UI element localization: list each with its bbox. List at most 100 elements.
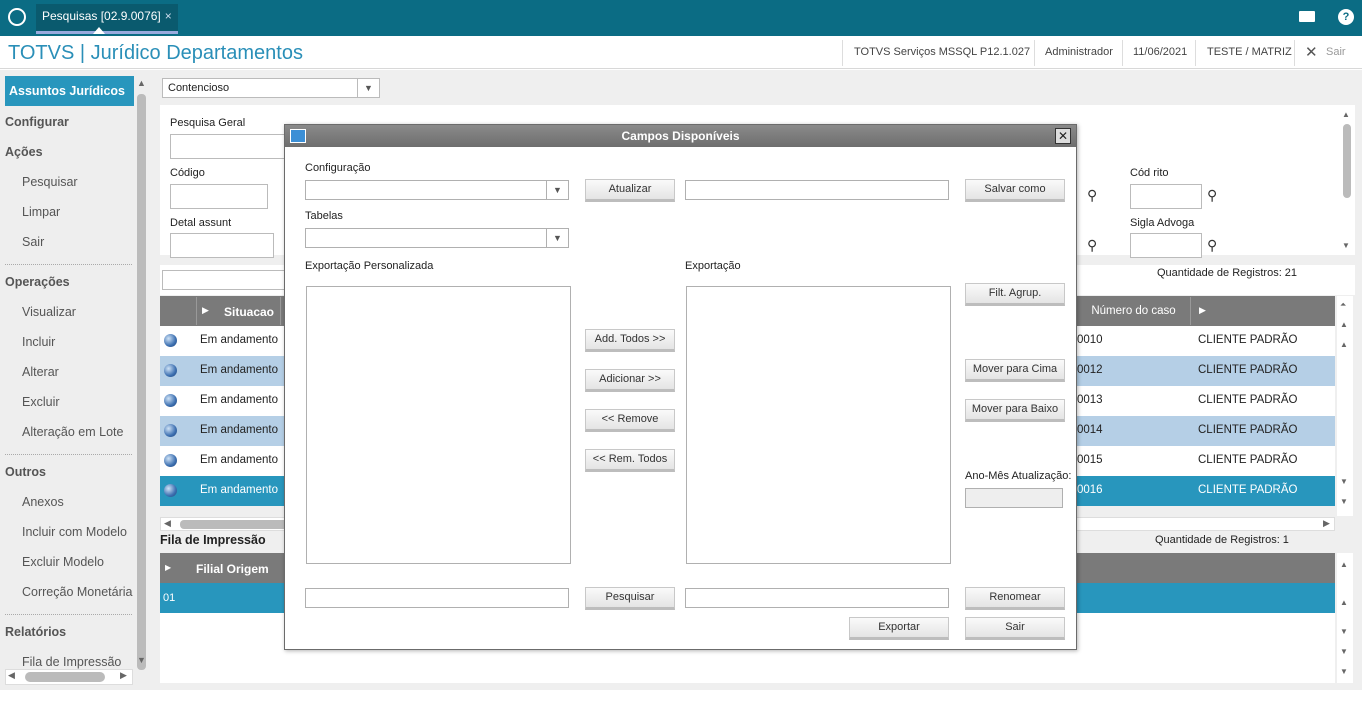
filt-agrup-button[interactable]: Filt. Agrup. bbox=[965, 283, 1065, 306]
tab-close-icon[interactable]: × bbox=[165, 9, 172, 23]
grid-scroll-up-icon[interactable]: ▲ bbox=[1340, 320, 1348, 329]
filter-scroll-down-icon[interactable]: ▼ bbox=[1342, 241, 1350, 250]
grid-scroll-right-icon[interactable]: ▶ bbox=[1323, 518, 1330, 529]
grid-scroll-bottom-icon[interactable]: ▼ bbox=[1340, 497, 1348, 506]
mail-icon[interactable] bbox=[1299, 11, 1315, 22]
sidebar-item-visualizar[interactable]: Visualizar bbox=[22, 305, 76, 319]
exit-link[interactable]: Sair bbox=[1326, 46, 1346, 58]
pesquisar-button[interactable]: Pesquisar bbox=[585, 587, 675, 610]
cell-cliente: CLIENTE PADRÃO bbox=[1198, 424, 1298, 436]
close-icon[interactable]: ✕ bbox=[1055, 128, 1071, 144]
fila-scroll-bottom-icon[interactable]: ▼ bbox=[1340, 667, 1348, 676]
atualizar-button[interactable]: Atualizar bbox=[585, 179, 675, 202]
adicionar-button[interactable]: Adicionar >> bbox=[585, 369, 675, 392]
salvar-como-button[interactable]: Salvar como bbox=[965, 179, 1065, 202]
sidebar-section-operacoes: Operações bbox=[5, 275, 70, 289]
mover-cima-button[interactable]: Mover para Cima bbox=[965, 359, 1065, 382]
sidebar-item-pesquisar[interactable]: Pesquisar bbox=[22, 175, 78, 189]
sidebar-scroll-left-icon[interactable]: ◀ bbox=[8, 670, 15, 681]
sidebar-vscroll-thumb[interactable] bbox=[137, 94, 146, 670]
chevron-down-icon[interactable]: ▼ bbox=[546, 229, 568, 247]
tab-pesquisas[interactable]: Pesquisas [02.9.0076] × bbox=[36, 4, 178, 34]
filter-vscroll-thumb[interactable] bbox=[1343, 124, 1351, 198]
available-fields-list[interactable] bbox=[306, 286, 571, 564]
sidebar-item-excluir-modelo[interactable]: Excluir Modelo bbox=[22, 555, 104, 569]
chevron-down-icon[interactable]: ▼ bbox=[546, 181, 568, 199]
fila-scroll-up-icon[interactable]: ▲ bbox=[1340, 560, 1348, 569]
pesquisar-field-input[interactable] bbox=[305, 588, 569, 608]
sidebar-item-configurar[interactable]: Configurar bbox=[5, 115, 69, 129]
grid-hscroll-thumb[interactable] bbox=[180, 520, 290, 529]
grid-scroll-down-icon[interactable]: ▼ bbox=[1340, 477, 1348, 486]
tabelas-select[interactable]: ▼ bbox=[305, 228, 569, 248]
search-icon[interactable]: ⚲ bbox=[1207, 237, 1217, 254]
sair-button[interactable]: Sair bbox=[965, 617, 1065, 640]
caret-right-icon[interactable]: ▶ bbox=[165, 563, 171, 572]
rem-todos-button[interactable]: << Rem. Todos bbox=[585, 449, 675, 472]
sidebar-scroll-up-icon[interactable]: ▲ bbox=[137, 78, 146, 88]
sidebar-item-incluir-modelo[interactable]: Incluir com Modelo bbox=[22, 525, 127, 539]
sidebar-scroll-down-icon[interactable]: ▼ bbox=[137, 655, 146, 665]
cell-numero: 0013 bbox=[1077, 394, 1103, 406]
grid-col-numero-caso[interactable]: Número do caso bbox=[1077, 297, 1190, 325]
detal-assunt-input[interactable] bbox=[170, 233, 274, 258]
sidebar-item-fila-impressao[interactable]: Fila de Impressão bbox=[22, 655, 121, 669]
configuracao-name-input[interactable] bbox=[685, 180, 949, 200]
help-icon[interactable]: ? bbox=[1338, 9, 1354, 25]
cod-rito-input[interactable] bbox=[1130, 184, 1202, 209]
sidebar-item-assuntos-juridicos[interactable]: Assuntos Jurídicos bbox=[5, 76, 134, 106]
search-icon[interactable]: ⚲ bbox=[1087, 237, 1097, 254]
fila-scroll-up-icon[interactable]: ▲ bbox=[1340, 598, 1348, 607]
grid-scroll-left-icon[interactable]: ◀ bbox=[164, 518, 171, 529]
caret-right-icon[interactable]: ▶ bbox=[1199, 305, 1206, 316]
cell-numero: 0015 bbox=[1077, 454, 1103, 466]
grid-col-situacao[interactable]: Situacao bbox=[224, 305, 274, 319]
sidebar-item-correcao-monetaria[interactable]: Correção Monetária bbox=[22, 585, 132, 599]
search-icon[interactable]: ⚲ bbox=[1207, 187, 1217, 204]
chevron-down-icon[interactable]: ▼ bbox=[357, 79, 379, 97]
tab-active-indicator bbox=[93, 27, 105, 34]
assunto-select[interactable]: Contencioso ▼ bbox=[162, 78, 380, 98]
totvs-logo-icon[interactable] bbox=[8, 8, 26, 26]
sidebar-hscroll-thumb[interactable] bbox=[25, 672, 105, 682]
fila-scroll-down-icon[interactable]: ▼ bbox=[1340, 627, 1348, 636]
caret-right-icon[interactable]: ▶ bbox=[202, 305, 209, 316]
window-icon bbox=[290, 129, 306, 143]
mover-baixo-button[interactable]: Mover para Baixo bbox=[965, 399, 1065, 422]
configuracao-select[interactable]: ▼ bbox=[305, 180, 569, 200]
sidebar-item-incluir[interactable]: Incluir bbox=[22, 335, 55, 349]
sidebar-item-alterar[interactable]: Alterar bbox=[22, 365, 59, 379]
sidebar-item-alteracao-lote[interactable]: Alteração em Lote bbox=[22, 425, 123, 439]
exportar-button[interactable]: Exportar bbox=[849, 617, 949, 640]
search-icon[interactable]: ⚲ bbox=[1087, 187, 1097, 204]
renomear-field-input[interactable] bbox=[685, 588, 949, 608]
sidebar-item-excluir[interactable]: Excluir bbox=[22, 395, 60, 409]
fila-col-filial-origem[interactable]: Filial Origem bbox=[196, 562, 269, 576]
codigo-input[interactable] bbox=[170, 184, 268, 209]
grid-scroll-up-icon[interactable]: ▲ bbox=[1340, 340, 1348, 349]
status-ball-icon bbox=[164, 394, 177, 407]
fila-scroll-down-icon[interactable]: ▼ bbox=[1340, 647, 1348, 656]
sigla-advoga-input[interactable] bbox=[1130, 233, 1202, 258]
ano-mes-input[interactable] bbox=[965, 488, 1063, 508]
sidebar-item-anexos[interactable]: Anexos bbox=[22, 495, 64, 509]
exit-icon[interactable]: ✕ bbox=[1305, 43, 1318, 61]
status-ball-icon bbox=[164, 334, 177, 347]
filter-scroll-up-icon[interactable]: ▲ bbox=[1342, 110, 1350, 119]
add-todos-button[interactable]: Add. Todos >> bbox=[585, 329, 675, 352]
renomear-button[interactable]: Renomear bbox=[965, 587, 1065, 610]
pesquisa-geral-input[interactable] bbox=[170, 134, 285, 159]
grid-search-input[interactable] bbox=[162, 270, 287, 290]
status-ball-icon bbox=[164, 454, 177, 467]
detal-assunt-label: Detal assunt bbox=[170, 217, 232, 229]
assunto-select-value: Contencioso bbox=[168, 82, 230, 94]
grid-scroll-top-icon[interactable]: ⏶ bbox=[1340, 300, 1346, 310]
sidebar-section-acoes: Ações bbox=[5, 145, 43, 159]
export-fields-list[interactable] bbox=[686, 286, 951, 564]
sidebar-scroll-right-icon[interactable]: ▶ bbox=[120, 670, 127, 681]
remove-button[interactable]: << Remove bbox=[585, 409, 675, 432]
sidebar-item-limpar[interactable]: Limpar bbox=[22, 205, 60, 219]
cell-situacao: Em andamento bbox=[200, 424, 278, 436]
fila-vscroll[interactable] bbox=[1337, 553, 1353, 683]
sidebar-item-sair[interactable]: Sair bbox=[22, 235, 44, 249]
